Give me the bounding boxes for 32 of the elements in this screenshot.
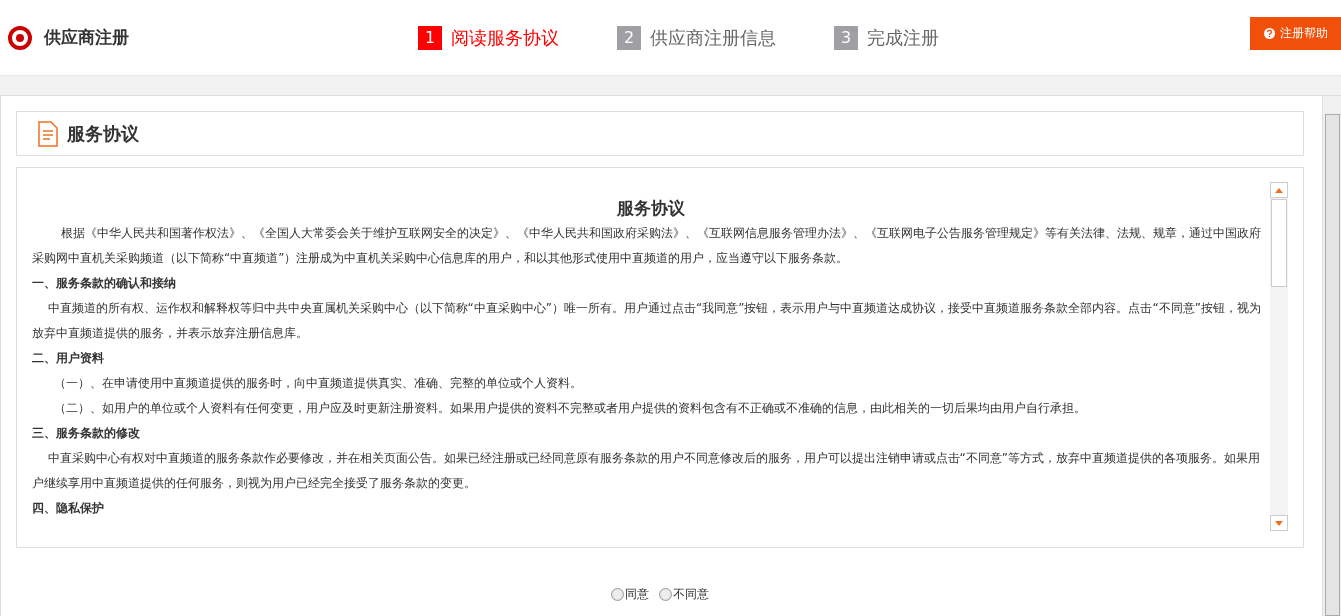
clause-heading: 三、服务条款的修改: [32, 425, 141, 442]
section-title: 服务协议: [67, 121, 139, 146]
clause-heading: 二、用户资料: [32, 350, 105, 367]
scrollbar-thumb[interactable]: [1271, 199, 1287, 287]
step-number: 3: [834, 25, 858, 50]
step-label[interactable]: 阅读服务协议: [451, 25, 559, 50]
agreement-paragraph: 中直频道的所有权、运作权和解释权等归中共中央直属机关采购中心（以下简称“中直采购中心”）唯一所有。用户通过点击“我同意”按钮，表示用户与中直频道达成协议，接受中直频道服务条款全部内容。点击“不同意”按钮，视为放弃中直频道提供的服务，并表示放弃注册信息库。: [32, 300, 1262, 342]
logo-icon: [8, 25, 32, 50]
caret-up-icon: [1275, 187, 1283, 193]
agreement-title: 服务协议: [616, 197, 686, 220]
help-button[interactable]: 注册帮助: [1250, 17, 1341, 50]
clause-heading: 一、服务条款的确认和接纳: [32, 275, 177, 292]
page-scrollbar[interactable]: [1322, 96, 1341, 616]
help-icon: [1263, 28, 1275, 39]
page-scrollbar-thumb[interactable]: [1324, 114, 1340, 616]
radio-option[interactable]: 同意: [611, 586, 649, 603]
scroll-down-button[interactable]: [1270, 515, 1288, 531]
scroll-up-button[interactable]: [1270, 182, 1288, 198]
step-label[interactable]: 供应商注册信息: [650, 25, 776, 50]
agreement-paragraph: （二）、如用户的单位或个人资料有任何变更，用户应及时更新注册资料。如果用户提供的资料不完整或者用户提供的资料包含有不正确或不准确的信息，由此相关的一切后果均由用户自行承担。: [52, 400, 1087, 417]
document-icon: [37, 120, 59, 147]
clause-heading: 四、隐私保护: [32, 500, 105, 517]
scrollbar-track[interactable]: [1270, 182, 1288, 531]
agreement-paragraph: 中直采购中心有权对中直频道的服务条款作必要修改，并在相关页面公告。如果已经注册或已经同意原有服务条款的用户不同意修改后的服务，用户可以提出注销申请或点击“不同意”等方式，放弃中直频道提供的各项服务。如果用户继续享用中直频道提供的任何服务，则视为用户已经完全接受了服务条款的变更。: [32, 450, 1262, 492]
step-label[interactable]: 完成注册: [867, 25, 939, 50]
agreement-paragraph: 根据《中华人民共和国著作权法》、《全国人大常委会关于维护互联网安全的决定》、《中华人民共和国政府采购法》、《互联网信息服务管理办法》、《互联网电子公告服务管理规定》等有关法律、法规、规章，通过中国政府采购网中直机关采购频道（以下简称“中直频道”）注册成为中直机关采购中心信息库的用户，和以其他形式使用中直频道的用户，应当遵守以下服务条款。: [32, 225, 1262, 267]
caret-down-icon: [1275, 520, 1283, 526]
step-number: 2: [617, 25, 641, 50]
radio-option[interactable]: 不同意: [659, 586, 709, 603]
agreement-paragraph: （一）、在申请使用中直频道提供的服务时，向中直频道提供真实、准确、完整的单位或个人资料。: [52, 375, 583, 392]
site-title: 供应商注册: [44, 26, 129, 49]
step-number: 1: [418, 25, 442, 50]
